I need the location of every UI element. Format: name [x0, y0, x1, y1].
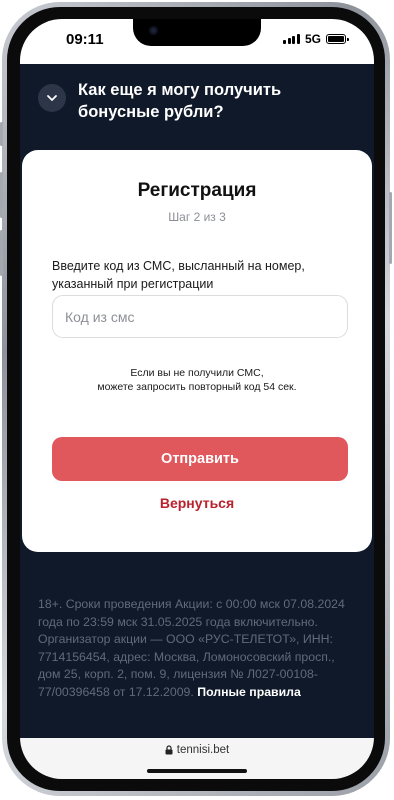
card-title: Регистрация — [137, 180, 257, 201]
network-type: 5G — [304, 32, 321, 46]
volume-up-button — [0, 172, 3, 218]
phone-screen: 09:11 5G Как еще я могу получить бонусны… — [20, 19, 374, 779]
back-link[interactable]: Вернуться — [22, 495, 372, 511]
sms-code-input[interactable] — [52, 295, 348, 338]
legal-text: 18+. Сроки проведения Акции: с 00:00 мск… — [38, 597, 345, 699]
battery-icon — [326, 34, 349, 44]
registration-card: Регистрация Шаг 2 из 3 Введите код из СМ… — [22, 150, 372, 552]
power-button — [389, 192, 392, 264]
full-rules-link[interactable]: Полные правила — [197, 685, 301, 699]
sms-instruction: Введите код из СМС, высланный на номер, … — [52, 259, 305, 291]
status-time: 09:11 — [66, 31, 104, 48]
lock-icon — [165, 745, 173, 755]
status-bar: 09:11 5G — [20, 19, 374, 64]
status-indicators: 5G — [283, 32, 349, 46]
submit-button[interactable]: Отправить — [52, 437, 348, 481]
faq-item[interactable]: Как еще я могу получить бонусные рубли? — [38, 79, 308, 123]
signal-icon — [283, 34, 300, 44]
dynamic-notch — [133, 19, 261, 46]
resend-info: Если вы не получили СМС, можете запросит… — [22, 367, 372, 394]
url-text[interactable]: tennisi.bet — [177, 744, 229, 756]
legal-disclaimer: 18+. Сроки проведения Акции: с 00:00 мск… — [38, 596, 360, 701]
resend-line-2: можете запросить повторный код 54 сек. — [97, 380, 297, 393]
volume-down-button — [0, 230, 3, 276]
faq-question[interactable]: Как еще я могу получить бонусные рубли? — [78, 79, 308, 123]
step-indicator: Шаг 2 из 3 — [168, 210, 226, 224]
silent-switch — [0, 122, 3, 146]
back-link-label[interactable]: Вернуться — [160, 495, 234, 511]
home-indicator[interactable] — [147, 769, 247, 773]
browser-url-bar[interactable]: tennisi.bet — [20, 738, 374, 779]
resend-line-1: Если вы не получили СМС, — [130, 367, 264, 379]
chevron-down-icon[interactable] — [38, 84, 66, 112]
page-content: Как еще я могу получить бонусные рубли? … — [20, 64, 374, 744]
front-camera — [149, 26, 158, 35]
url-display[interactable]: tennisi.bet — [20, 744, 374, 756]
